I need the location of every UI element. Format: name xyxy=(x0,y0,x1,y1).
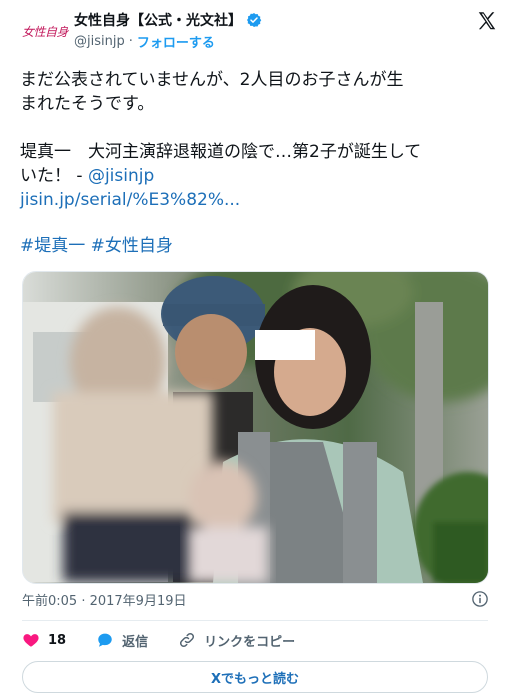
mention-link[interactable]: @jisinjp xyxy=(88,166,154,186)
verified-badge-icon xyxy=(247,13,262,27)
x-logo-icon[interactable] xyxy=(476,10,498,32)
tweet-embed-card: 女性自身 女性自身【公式・光文社】 @jisinjp · フォローする まだ公表… xyxy=(0,0,519,699)
avatar[interactable]: 女性自身 xyxy=(22,16,69,46)
tweet-header: 女性自身 女性自身【公式・光文社】 @jisinjp · フォローする xyxy=(14,6,504,54)
tweet-text: まだ公表されていませんが、2人目のお子さんが生 まれたそうです。 堤真一 大河主… xyxy=(20,68,490,212)
reply-label: 返信 xyxy=(122,634,149,650)
tweet-timestamp[interactable]: 午前0:05 · 2017年9月19日 xyxy=(22,590,187,609)
like-button[interactable]: 18 xyxy=(22,631,66,649)
article-url-link[interactable]: jisin.jp/serial/%E3%82%... xyxy=(20,188,490,212)
tweet-line-5: いた！ - @jisinjp xyxy=(20,164,490,188)
heart-icon xyxy=(23,634,39,647)
copy-link-label: リンクをコピー xyxy=(204,634,296,650)
divider xyxy=(22,620,488,621)
reply-icon xyxy=(98,633,112,647)
display-name[interactable]: 女性自身【公式・光文社】 xyxy=(74,10,242,30)
tweet-line-2: まれたそうです。 xyxy=(20,94,155,114)
photo-illustration xyxy=(23,272,488,583)
action-bar: 18 返信 リンクをコピー xyxy=(22,629,325,651)
tweet-line-5-text: いた！ - xyxy=(20,166,88,186)
separator-dot: · xyxy=(128,34,133,49)
hashtags[interactable]: #堤真一 #女性自身 xyxy=(20,234,173,258)
tweet-photo[interactable] xyxy=(22,271,489,584)
tweet-line-1: まだ公表されていませんが、2人目のお子さんが生 xyxy=(20,70,404,90)
handle-row: @jisinjp · フォローする xyxy=(74,32,215,51)
link-icon xyxy=(180,632,195,648)
read-more-button[interactable]: Xでもっと読む xyxy=(22,661,488,693)
like-count: 18 xyxy=(48,632,67,648)
user-handle[interactable]: @jisinjp xyxy=(74,34,125,49)
tweet-line-3 xyxy=(20,116,490,140)
reply-button[interactable]: 返信 xyxy=(96,631,148,650)
copy-link-button[interactable]: リンクをコピー xyxy=(178,631,295,650)
info-icon[interactable] xyxy=(471,590,489,608)
tweet-line-4: 堤真一 大河主演辞退報道の陰で…第2子が誕生して xyxy=(20,142,422,162)
follow-button[interactable]: フォローする xyxy=(137,32,215,51)
name-row: 女性自身【公式・光文社】 xyxy=(74,10,262,30)
